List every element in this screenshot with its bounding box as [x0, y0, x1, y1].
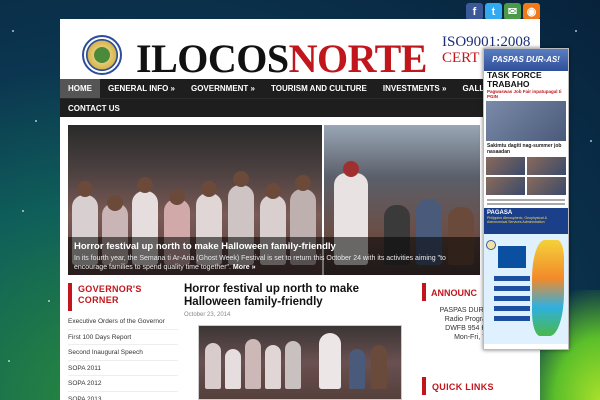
rss-icon[interactable]: ◉ [523, 3, 540, 20]
nav-item-government[interactable]: GOVERNMENT » [183, 79, 263, 98]
weather-link-bar[interactable] [494, 295, 530, 301]
costume-figure [265, 345, 281, 389]
weather-link-bar[interactable] [494, 275, 530, 281]
seal-emblem [94, 47, 110, 63]
weather-link-bar[interactable] [494, 285, 530, 291]
weather-panel[interactable] [484, 233, 568, 344]
nav-item-general-info[interactable]: GENERAL INFO » [100, 79, 183, 98]
figure-head [265, 183, 281, 199]
logo-norte: NORTE [288, 36, 428, 81]
nav-item-investments[interactable]: INVESTMENTS » [375, 79, 455, 98]
costume-figure [225, 349, 241, 389]
nav-item-tourism-and-culture[interactable]: TOURISM AND CULTURE [263, 79, 375, 98]
announcements-heading: ANNOUNC [422, 283, 482, 301]
nav-item-home[interactable]: HOME [60, 79, 100, 98]
star [48, 300, 50, 302]
newsletter-masthead: PASPAS DUR-AS! [484, 49, 568, 71]
slide-excerpt: In its fourth year, the Semana ti Ar-Ari… [74, 255, 474, 273]
newsletter-headline: TASK FORCE TRABAHO [487, 70, 542, 89]
costume-figure [319, 333, 341, 389]
star [8, 360, 10, 362]
newsletter-photo-grid [484, 155, 568, 197]
site-logo[interactable]: ILOCOSNORTE [136, 39, 427, 79]
slide-excerpt-text: In its fourth year, the Semana ti Ar-Ari… [74, 255, 446, 271]
figure-head [295, 175, 311, 191]
star [12, 30, 14, 32]
list-item[interactable]: SOPA 2012 [68, 376, 178, 392]
facebook-icon[interactable]: f [466, 3, 483, 20]
newsletter-story: Sakimtu dagiti nag-summer job nasaadan [487, 142, 562, 155]
governors-corner-list: Executive Orders of the Governor First 1… [68, 314, 178, 400]
article-image[interactable] [198, 325, 402, 400]
weather-reading-tile [498, 245, 526, 268]
costume-figure [205, 343, 221, 389]
twitter-icon[interactable]: t [485, 3, 502, 20]
announcements-text: PASPAS DUR- Radio Progra DWFB 954 K Mon-… [426, 306, 486, 342]
costume-figure [245, 339, 261, 389]
announcement-line: Radio Progra [444, 316, 486, 324]
figure-head [137, 177, 153, 193]
announcement-line: PASPAS DUR- [439, 307, 486, 314]
weather-link-bar[interactable] [494, 305, 530, 311]
list-item[interactable]: First 100 Days Report [68, 330, 178, 345]
text-line [487, 198, 565, 201]
heading-line: CORNER [78, 295, 119, 306]
article-title[interactable]: Horror festival up north to make Hallowe… [184, 283, 418, 309]
figure-head [169, 189, 185, 205]
nav-row: HOME GENERAL INFO » GOVERNMENT » TOURISM… [60, 79, 540, 98]
site-header: ILOCOSNORTE ISO9001:2008 CERT [60, 19, 540, 79]
figure-head [77, 181, 93, 197]
slide-more-link[interactable]: More » [233, 264, 256, 271]
newsletter-photo [527, 156, 566, 175]
list-item[interactable]: Second Inaugural Speech [68, 345, 178, 361]
figure-head [233, 171, 249, 187]
figure-head [343, 161, 359, 177]
star [35, 120, 37, 122]
provincial-seal-logo[interactable] [82, 35, 122, 75]
newsletter-photo [486, 100, 566, 141]
newsletter-overlay-banner[interactable]: PASPAS DUR-AS! TASK FORCE TRABAHO Pagwas… [483, 48, 569, 350]
pagasa-subtitle: Philippine Atmospheric, Geophysical & As… [487, 215, 547, 224]
crowd-figure [349, 349, 365, 389]
email-icon[interactable]: ✉ [504, 3, 521, 20]
newsletter-subhead: Pagwaswas Job Fair inpatupagal ti PGIN [487, 88, 562, 99]
newsletter-photo [527, 176, 566, 195]
announcement-line: Mon-Fri, 7 [454, 334, 486, 342]
quick-links-heading: QUICK LINKS [422, 377, 536, 395]
article-date: October 23, 2014 [184, 312, 231, 318]
philippines-map-icon [532, 239, 564, 336]
text-line [487, 202, 565, 205]
nav-item-contact-us[interactable]: CONTACT US [60, 99, 128, 118]
announcement-line: DWFB 954 K [445, 325, 486, 333]
nav-row: CONTACT US [60, 98, 540, 117]
slide-title[interactable]: Horror festival up north to make Hallowe… [74, 241, 474, 252]
star [590, 140, 592, 142]
quick-links-heading-text: QUICK LINKS [432, 382, 494, 392]
newsletter-photo [486, 156, 525, 175]
site-container: ILOCOSNORTE ISO9001:2008 CERT HOME GENER… [60, 19, 540, 400]
costume-figure [285, 341, 301, 389]
list-item[interactable]: SOPA 2013 [68, 392, 178, 400]
star [575, 30, 577, 32]
star [22, 210, 24, 212]
slide-caption: Horror festival up north to make Hallowe… [68, 237, 480, 275]
logo-ilocos: ILOCOS [136, 36, 289, 81]
heading-line: GOVERNOR'S [78, 284, 142, 294]
newsletter-photo [486, 176, 525, 195]
announcements-heading-text: ANNOUNC [431, 288, 477, 298]
social-icons: f t ✉ ◉ [466, 3, 540, 20]
weather-link-bar[interactable] [494, 315, 530, 321]
crowd-figure [371, 345, 387, 389]
figure-head [107, 195, 123, 211]
list-item[interactable]: SOPA 2011 [68, 361, 178, 376]
figure-head [201, 181, 217, 197]
main-nav: HOME GENERAL INFO » GOVERNMENT » TOURISM… [60, 79, 540, 117]
governors-corner-heading: GOVERNOR'S CORNER [68, 283, 176, 311]
pagasa-banner[interactable]: PAGASA Philippine Atmospheric, Geophysic… [484, 207, 568, 234]
pagasa-logo-icon [486, 239, 496, 250]
list-item[interactable]: Executive Orders of the Governor [68, 314, 178, 330]
